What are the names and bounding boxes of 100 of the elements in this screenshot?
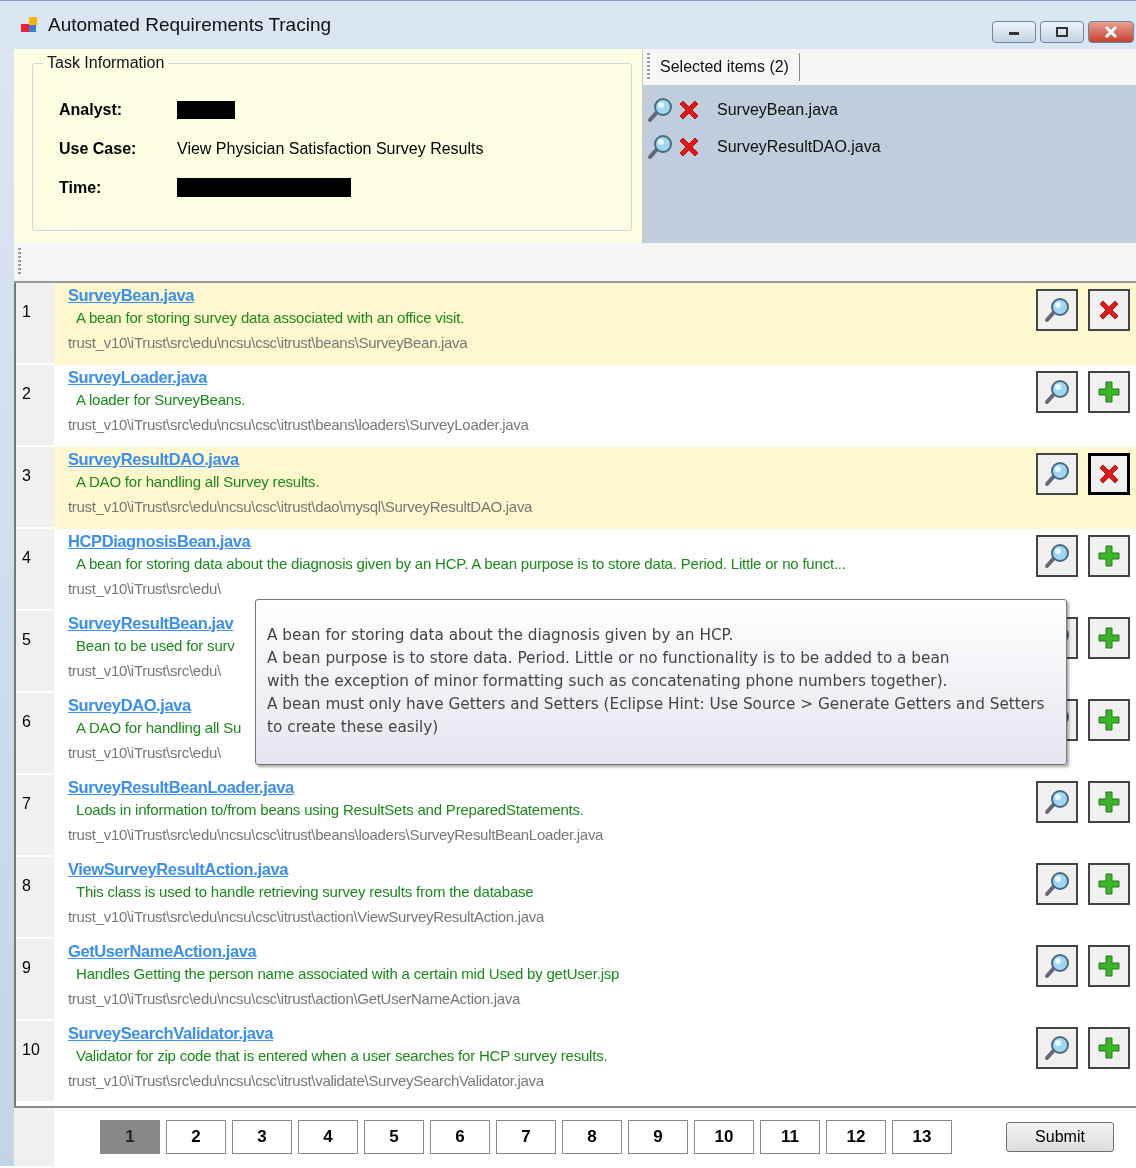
remove-button[interactable] — [1088, 453, 1130, 495]
add-button[interactable] — [1088, 617, 1130, 659]
add-button[interactable] — [1088, 371, 1130, 413]
remove-button[interactable] — [1088, 289, 1130, 331]
add-button[interactable] — [1088, 535, 1130, 577]
plus-icon — [1097, 954, 1121, 978]
close-icon — [1104, 26, 1118, 38]
result-row[interactable]: 3 SurveyResultDAO.java A DAO for handling all Survey results. trust_v10\iTrust\src\edu\ncsu\csc\itrust\dao\mysql\SurveyResultDAO.java — [16, 447, 1136, 529]
search-icon — [647, 133, 673, 160]
row-header-column — [14, 1108, 54, 1166]
grip-handle[interactable] — [647, 53, 650, 81]
page-button[interactable]: 3 — [232, 1120, 292, 1154]
page-button[interactable]: 4 — [298, 1120, 358, 1154]
search-icon — [1044, 1035, 1070, 1061]
tooltip-line: A bean must only have Getters and Setters (Eclipse Hint: Use Source > Generate Getters and Setters — [267, 694, 1046, 715]
add-button[interactable] — [1088, 699, 1130, 741]
tooltip-line: with the exception of minor formatting such as concatenating phone numbers together). — [267, 671, 949, 692]
add-button[interactable] — [1088, 1027, 1130, 1069]
file-path: trust_v10\iTrust\src\edu\ncsu\csc\itrust\dao\mysql\SurveyResultDAO.java — [68, 498, 533, 515]
selected-item[interactable]: SurveyResultDAO.java — [717, 137, 881, 156]
window-title: Automated Requirements Tracing — [48, 14, 332, 36]
search-icon — [1044, 297, 1070, 323]
page-button[interactable]: 7 — [496, 1120, 556, 1154]
selected-item[interactable]: SurveyBean.java — [717, 100, 838, 119]
file-path: trust_v10\iTrust\src\edu\ncsu\csc\itrust\action\ViewSurveyResultAction.java — [68, 908, 545, 925]
result-row[interactable]: 1 SurveyBean.java A bean for storing survey data associated with an office visit. trust_v10\iTrust\src\edu\ncsu\csc\itrust\beans\SurveyBean.java — [16, 283, 1136, 365]
page-button[interactable]: 13 — [892, 1120, 952, 1154]
add-button[interactable] — [1088, 863, 1130, 905]
search-icon — [1044, 789, 1070, 815]
tooltip-line: to create these easily) — [267, 717, 440, 738]
page-button[interactable]: 8 — [562, 1120, 622, 1154]
file-path: trust_v10\iTrust\src\edu\ — [68, 580, 221, 597]
file-description: Validator for zip code that is entered when a user searches for HCP survey results. — [76, 1047, 608, 1064]
search-icon — [1044, 871, 1070, 897]
file-description: A DAO for handling all Su — [76, 719, 242, 736]
row-number: 1 — [16, 283, 54, 365]
row-number: 2 — [16, 365, 54, 447]
view-button[interactable] — [1036, 781, 1078, 823]
grip-handle[interactable] — [18, 248, 21, 276]
field-label: Time: — [59, 178, 103, 197]
view-button[interactable] — [1036, 289, 1078, 331]
file-path: trust_v10\iTrust\src\edu\ncsu\csc\itrust\beans\loaders\SurveyResultBeanLoader.java — [68, 826, 604, 843]
page-button[interactable]: 2 — [166, 1120, 226, 1154]
page-button[interactable]: 6 — [430, 1120, 490, 1154]
field-label: Use Case: — [59, 139, 138, 158]
page-button[interactable]: 9 — [628, 1120, 688, 1154]
file-description: This class is used to handle retrieving survey results from the database — [76, 883, 534, 900]
minimize-button[interactable] — [992, 21, 1036, 43]
row-number: 9 — [16, 939, 54, 1021]
maximize-icon — [1056, 27, 1068, 37]
file-description: A loader for SurveyBeans. — [76, 391, 246, 408]
plus-icon — [1097, 380, 1121, 404]
remove-icon — [1097, 298, 1121, 322]
add-button[interactable] — [1088, 781, 1130, 823]
plus-icon — [1097, 1036, 1121, 1060]
view-button[interactable] — [1036, 1027, 1078, 1069]
app-icon — [20, 16, 38, 34]
plus-icon — [1097, 544, 1121, 568]
page-button[interactable]: 1 — [100, 1120, 160, 1154]
submit-button[interactable]: Submit — [1006, 1122, 1114, 1152]
file-description: Loads in information to/from beans using ResultSets and PreparedStatements. — [76, 801, 584, 818]
field-value: View Physician Satisfaction Survey Results — [177, 139, 484, 158]
plus-icon — [1097, 872, 1121, 896]
search-icon — [1044, 543, 1070, 569]
plus-icon — [1097, 626, 1121, 650]
row-number: 7 — [16, 775, 54, 857]
tooltip-line: A bean purpose is to store data. Period. Little or no functionality is to be added to a bean — [267, 648, 951, 669]
file-path: trust_v10\iTrust\src\edu\ncsu\csc\itrust\beans\loaders\SurveyLoader.java — [68, 416, 529, 433]
file-path: trust_v10\iTrust\src\edu\ncsu\csc\itrust\action\GetUserNameAction.java — [68, 990, 520, 1007]
field-label: Analyst: — [59, 100, 124, 119]
row-number: 4 — [16, 529, 54, 611]
search-icon — [647, 96, 673, 123]
row-number: 5 — [16, 611, 54, 693]
view-button[interactable] — [1036, 945, 1078, 987]
search-icon — [1044, 461, 1070, 487]
view-button[interactable] — [1036, 453, 1078, 495]
view-button[interactable] — [1036, 371, 1078, 413]
row-number: 6 — [16, 693, 54, 775]
file-path: trust_v10\iTrust\src\edu\ncsu\csc\itrust\beans\SurveyBean.java — [68, 334, 468, 351]
maximize-button[interactable] — [1040, 21, 1084, 43]
add-button[interactable] — [1088, 945, 1130, 987]
page-button[interactable]: 10 — [694, 1120, 754, 1154]
page-button[interactable]: 5 — [364, 1120, 424, 1154]
row-number: 3 — [16, 447, 54, 529]
row-number: 8 — [16, 857, 54, 939]
file-path: trust_v10\iTrust\src\edu\ — [68, 662, 221, 679]
close-button[interactable] — [1088, 21, 1134, 43]
file-description: A DAO for handling all Survey results. — [76, 473, 320, 490]
view-button[interactable] — [1036, 535, 1078, 577]
row-number: 10 — [16, 1021, 54, 1103]
search-icon — [1044, 379, 1070, 405]
file-path: trust_v10\iTrust\src\edu\ncsu\csc\itrust\validate\SurveySearchValidator.java — [68, 1072, 544, 1089]
tooltip-line: A bean for storing data about the diagnosis given by an HCP. — [267, 625, 735, 646]
page-button[interactable]: 12 — [826, 1120, 886, 1154]
view-button[interactable] — [1036, 863, 1078, 905]
file-description: A bean for storing survey data associated with an office visit. — [76, 309, 465, 326]
plus-icon — [1097, 790, 1121, 814]
remove-icon — [1097, 462, 1121, 486]
page-button[interactable]: 11 — [760, 1120, 820, 1154]
file-description: Bean to be used for surv — [76, 637, 235, 654]
